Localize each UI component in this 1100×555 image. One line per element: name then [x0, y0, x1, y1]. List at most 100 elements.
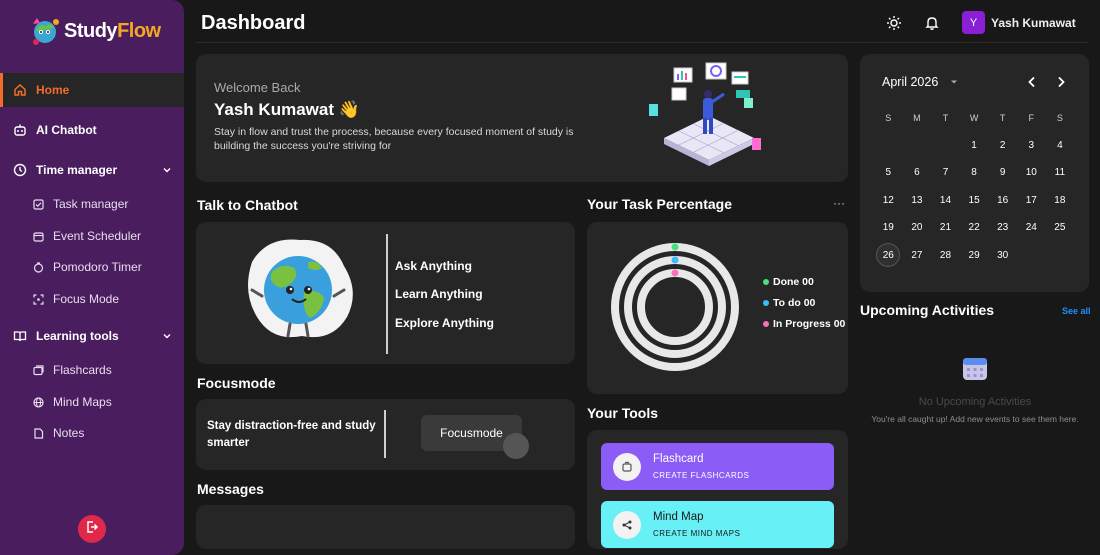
dashboard-illustration: [644, 58, 774, 183]
calendar-day[interactable]: 9: [988, 167, 1017, 178]
calendar-day[interactable]: 5: [874, 167, 903, 178]
calendar-day-today[interactable]: 26: [874, 243, 903, 268]
calendar-day[interactable]: 15: [960, 195, 989, 206]
calendar-day[interactable]: 20: [903, 222, 932, 233]
tool-title: Mind Map: [653, 511, 704, 523]
calendar-day[interactable]: 24: [1017, 222, 1046, 233]
calendar-day[interactable]: 11: [1046, 167, 1075, 178]
calendar-weekday: F: [1028, 112, 1035, 123]
user-menu[interactable]: Y Yash Kumawat: [962, 11, 1076, 34]
calendar-day[interactable]: 18: [1046, 195, 1075, 206]
chat-option-explore[interactable]: Explore Anything: [395, 316, 494, 330]
chevron-down-icon[interactable]: [162, 330, 172, 344]
calendar-day[interactable]: 10: [1017, 167, 1046, 178]
mind-map-tool[interactable]: Mind Map CREATE MIND MAPS: [601, 501, 834, 548]
nav-home[interactable]: Home: [0, 73, 184, 107]
calendar-weekday: M: [913, 112, 921, 123]
calendar-weekday: T: [942, 112, 949, 123]
robot-icon: [12, 122, 28, 138]
tool-title: Flashcard: [653, 453, 704, 465]
calendar-day-number: 6: [914, 167, 920, 179]
calendar-weekday: S: [885, 112, 892, 123]
logo[interactable]: StudyFlow: [28, 12, 161, 50]
nav-ai-chatbot[interactable]: AI Chatbot: [0, 113, 184, 147]
calendar-day-number: 11: [1054, 167, 1066, 179]
sidebar-item-event-scheduler[interactable]: Event Scheduler: [32, 226, 141, 246]
calendar-day-number: 15: [968, 194, 980, 206]
calendar-day-number: 5: [885, 167, 892, 179]
sidebar-item-mind-maps[interactable]: Mind Maps: [32, 392, 112, 412]
calendar-day[interactable]: 25: [1046, 222, 1075, 233]
chat-option-ask[interactable]: Ask Anything: [395, 259, 472, 273]
more-options-icon[interactable]: ···: [833, 196, 845, 210]
calendar-day[interactable]: 17: [1017, 195, 1046, 206]
nav-learning-tools[interactable]: Learning tools: [0, 319, 184, 353]
sidebar-item-focus-mode[interactable]: Focus Mode: [32, 289, 119, 309]
cards-icon: [32, 364, 44, 376]
nav-learning-tools-label: Learning tools: [36, 329, 119, 343]
chatbot-card[interactable]: Ask Anything Learn Anything Explore Anyt…: [196, 222, 575, 364]
calendar-day-number: 30: [997, 249, 1009, 261]
sidebar-item-flashcards[interactable]: Flashcards: [32, 360, 112, 380]
calendar-day[interactable]: 3: [1017, 140, 1046, 151]
calendar-day[interactable]: 14: [931, 195, 960, 206]
chat-option-learn[interactable]: Learn Anything: [395, 287, 483, 301]
focusmode-toggle-knob[interactable]: [503, 433, 529, 459]
calendar-month-select[interactable]: April 2026: [882, 75, 958, 89]
calendar-day-number: 1: [971, 139, 977, 151]
calendar-day[interactable]: 19: [874, 222, 903, 233]
task-section-title: Your Task Percentage: [587, 196, 732, 212]
calendar-day[interactable]: 2: [988, 140, 1017, 151]
calendar-day[interactable]: 30: [988, 250, 1017, 261]
calendar-icon: [32, 230, 44, 242]
messages-card: [196, 505, 575, 549]
sidebar-item-task-manager[interactable]: Task manager: [32, 194, 128, 214]
avatar: Y: [962, 11, 985, 34]
next-month-button[interactable]: [1053, 74, 1069, 90]
wave-icon: 👋: [338, 100, 360, 119]
focusmode-text: Stay distraction-free and study smarter: [207, 420, 376, 449]
calendar-day-number: 4: [1057, 139, 1063, 151]
calendar-weekday: T: [999, 112, 1006, 123]
calendar-day[interactable]: 4: [1046, 140, 1075, 151]
bell-icon[interactable]: [924, 15, 940, 31]
calendar-day[interactable]: 29: [960, 250, 989, 261]
calendar-day[interactable]: 8: [960, 167, 989, 178]
calendar-card: April 2026 S M T W T F S 1 2 3 4 5 6 7 8 9 10 11 12 13 14 15 1…: [860, 54, 1089, 292]
calendar-day[interactable]: 28: [931, 250, 960, 261]
todo-ring-marker: [671, 256, 679, 264]
calendar-day[interactable]: 23: [988, 222, 1017, 233]
sidebar-item-notes[interactable]: Notes: [32, 423, 84, 443]
calendar-day[interactable]: 22: [960, 222, 989, 233]
calendar-day[interactable]: 16: [988, 195, 1017, 206]
see-all-link[interactable]: See all: [1062, 306, 1091, 316]
logout-button[interactable]: [78, 515, 106, 543]
calendar-day[interactable]: 7: [931, 167, 960, 178]
calendar-day[interactable]: 1: [960, 140, 989, 151]
logo-icon: [28, 14, 62, 48]
calendar-day-number: 9: [999, 167, 1006, 179]
earth-mascot-image: [232, 232, 362, 359]
nav-home-label: Home: [36, 83, 70, 97]
sidebar-item-label: Event Scheduler: [53, 229, 142, 243]
book-open-icon: [12, 328, 28, 344]
calendar-day[interactable]: 6: [903, 167, 932, 178]
calendar-day-number: 8: [971, 167, 977, 179]
legend-dot: [763, 300, 769, 306]
chatbot-section-title: Talk to Chatbot: [197, 197, 298, 213]
prev-month-button[interactable]: [1024, 74, 1040, 90]
calendar-day-number: 13: [911, 194, 923, 206]
calendar-day[interactable]: 13: [903, 195, 932, 206]
legend-in-progress: In Progress 00: [763, 318, 845, 330]
calendar-day-number: 20: [911, 222, 923, 234]
flashcard-tool[interactable]: Flashcard CREATE FLASHCARDS: [601, 443, 834, 490]
welcome-greeting: Welcome Back: [214, 80, 301, 95]
nav-time-manager[interactable]: Time manager: [0, 153, 184, 187]
sidebar-item-label: Mind Maps: [53, 395, 112, 409]
sidebar-item-pomodoro-timer[interactable]: Pomodoro Timer: [32, 257, 142, 277]
chevron-down-icon[interactable]: [162, 164, 172, 178]
sun-icon[interactable]: [886, 15, 902, 31]
calendar-day[interactable]: 27: [903, 250, 932, 261]
calendar-day[interactable]: 12: [874, 195, 903, 206]
calendar-day[interactable]: 21: [931, 222, 960, 233]
